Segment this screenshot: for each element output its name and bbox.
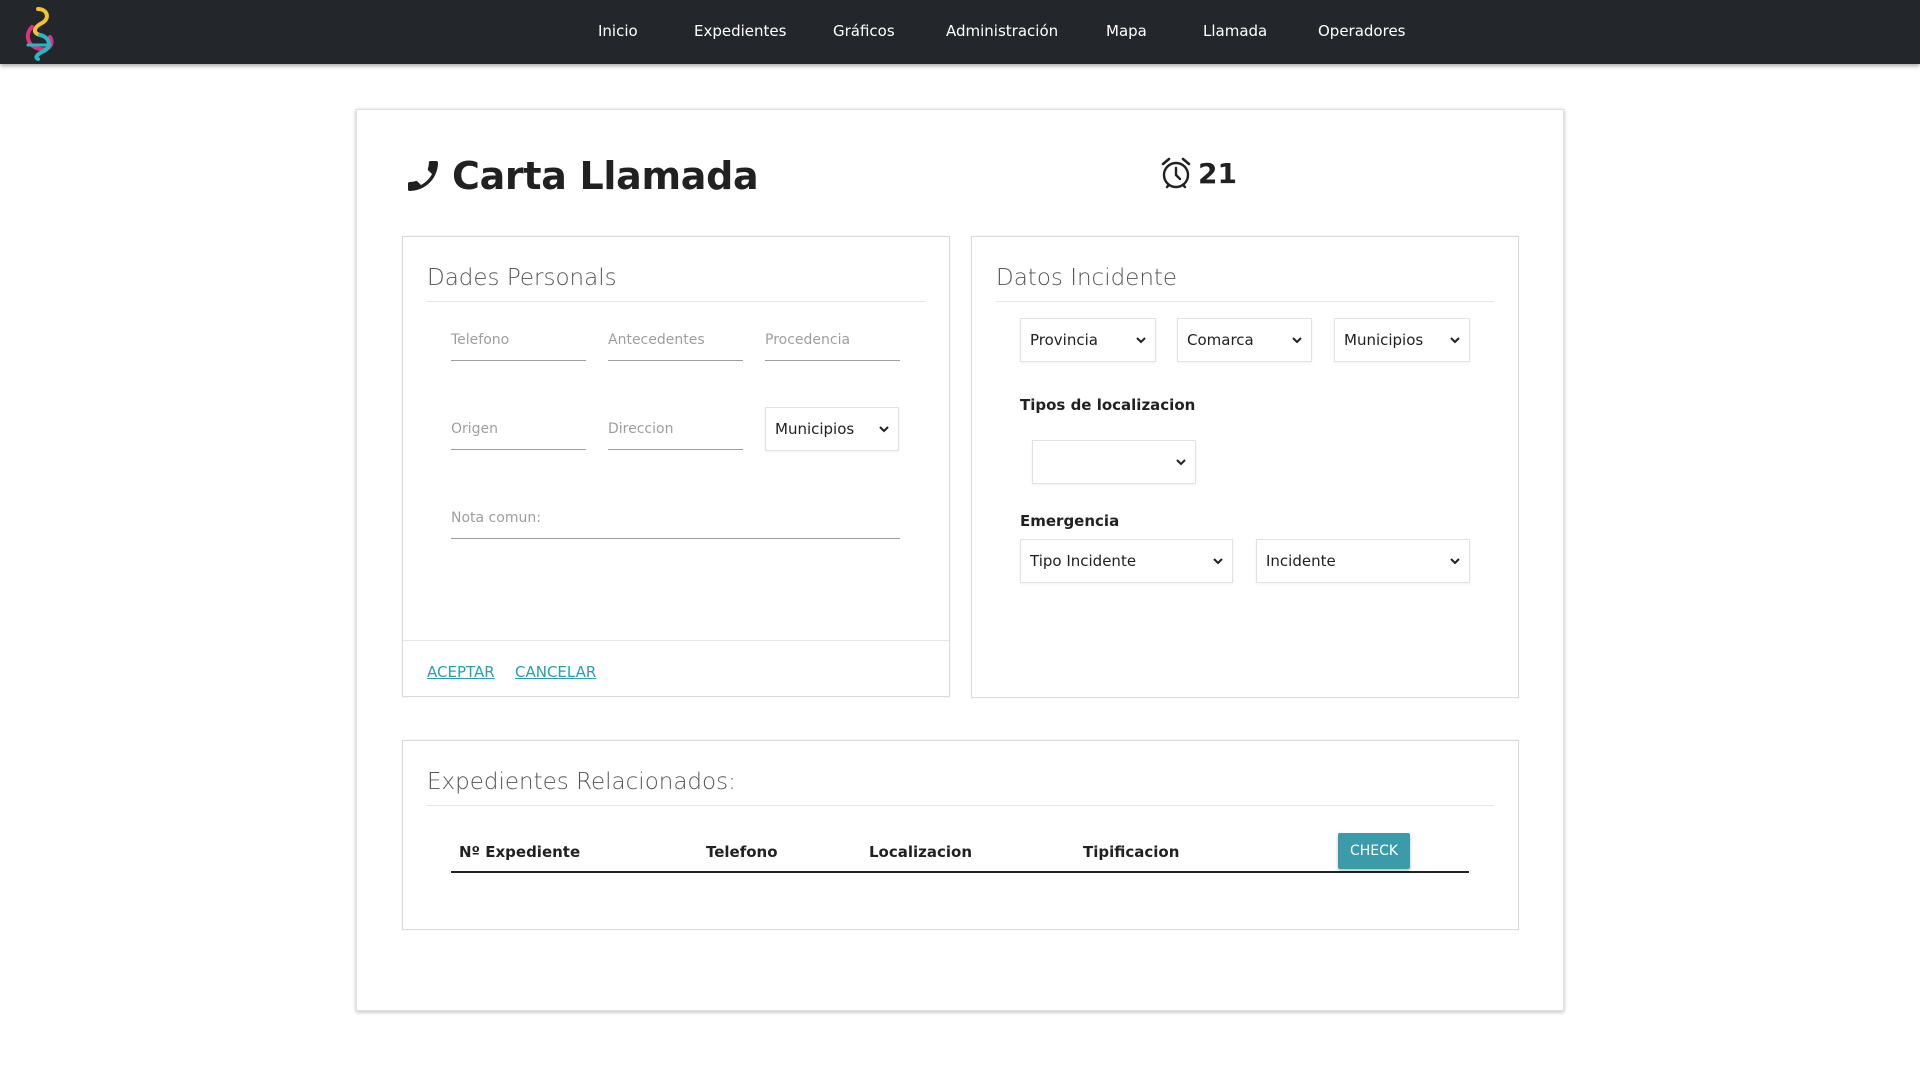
nav-graficos[interactable]: Gráficos [833,22,895,40]
alarm-clock-icon [1161,157,1191,189]
incidente-select[interactable]: Incidente [1256,539,1470,583]
chevron-down-icon [879,426,889,433]
column-header: Localizacion [869,843,973,861]
column-header: Telefono [706,843,778,861]
nav-inicio[interactable]: Inicio [598,22,638,40]
select-value: Provincia [1030,331,1098,349]
related-panel-title: Expedientes Relacionados: [427,769,736,795]
timer-value: 21 [1198,156,1237,190]
antecedentes-field [608,317,743,361]
phone-icon [408,161,438,191]
select-value: Incidente [1266,552,1336,570]
antecedentes-input[interactable] [608,317,743,360]
nav-expedientes[interactable]: Expedientes [694,22,786,40]
emergencia-label: Emergencia [1020,512,1120,530]
nota-field [451,495,900,539]
nav-administracion[interactable]: Administración [946,22,1058,40]
incident-municipios-select[interactable]: Municipios [1334,318,1470,362]
call-timer: 21 [1160,156,1237,190]
chevron-down-icon [1292,337,1302,344]
cancelar-button[interactable]: CANCELAR [515,663,596,681]
select-value: Comarca [1187,331,1254,349]
provincia-select[interactable]: Provincia [1020,318,1156,362]
procedencia-field [765,317,900,361]
panel-divider [996,301,1494,302]
chevron-down-icon [1450,337,1460,344]
comarca-select[interactable]: Comarca [1177,318,1312,362]
personal-data-panel: Dades Personals Municipios ACEPTAR CANCE… [402,236,950,697]
top-navbar: Inicio Expedientes Gráficos Administraci… [0,0,1920,64]
direccion-field [608,406,743,450]
direccion-input[interactable] [608,406,743,449]
panel-divider [427,301,925,302]
procedencia-input[interactable] [765,317,900,360]
tipos-localizacion-select[interactable] [1032,440,1196,484]
tipo-incidente-select[interactable]: Tipo Incidente [1020,539,1233,583]
page-title: Carta Llamada [403,154,759,198]
related-records-panel: Expedientes Relacionados: Nº Expediente … [402,740,1519,930]
personal-municipios-select[interactable]: Municipios [765,407,899,451]
select-value: Municipios [775,420,855,438]
personal-panel-title: Dades Personals [427,265,617,291]
actions-divider [403,640,949,641]
origen-field [451,406,586,450]
select-value: Tipo Incidente [1030,552,1137,570]
chevron-down-icon [1213,558,1223,565]
panel-divider [427,805,1494,806]
telefono-field [451,317,586,361]
aceptar-button[interactable]: ACEPTAR [427,663,495,681]
nav-menu: Inicio Expedientes Gráficos Administraci… [0,0,1920,64]
nota-input[interactable] [451,495,900,538]
select-value: Municipios [1344,331,1424,349]
chevron-down-icon [1136,337,1146,344]
nav-llamada[interactable]: Llamada [1203,22,1267,40]
call-card: Carta Llamada 21 Dades Personals Telefon… [356,109,1564,1011]
nav-mapa[interactable]: Mapa [1106,22,1147,40]
page-title-text: Carta Llamada [452,154,759,198]
records-table-header: Nº Expediente Telefono Localizacion Tipi… [451,833,1469,873]
column-header: Tipificacion [1083,843,1180,861]
incident-data-panel: Datos Incidente Provincia Comarca Munici… [971,236,1519,698]
column-header: Nº Expediente [459,843,581,861]
telefono-input[interactable] [451,317,586,360]
incident-panel-title: Datos Incidente [996,265,1178,291]
chevron-down-icon [1450,558,1460,565]
chevron-down-icon [1176,459,1186,466]
nav-operadores[interactable]: Operadores [1318,22,1406,40]
check-button[interactable]: CHECK [1338,833,1410,869]
origen-input[interactable] [451,406,586,449]
tipos-localizacion-label: Tipos de localizacion [1020,396,1196,414]
